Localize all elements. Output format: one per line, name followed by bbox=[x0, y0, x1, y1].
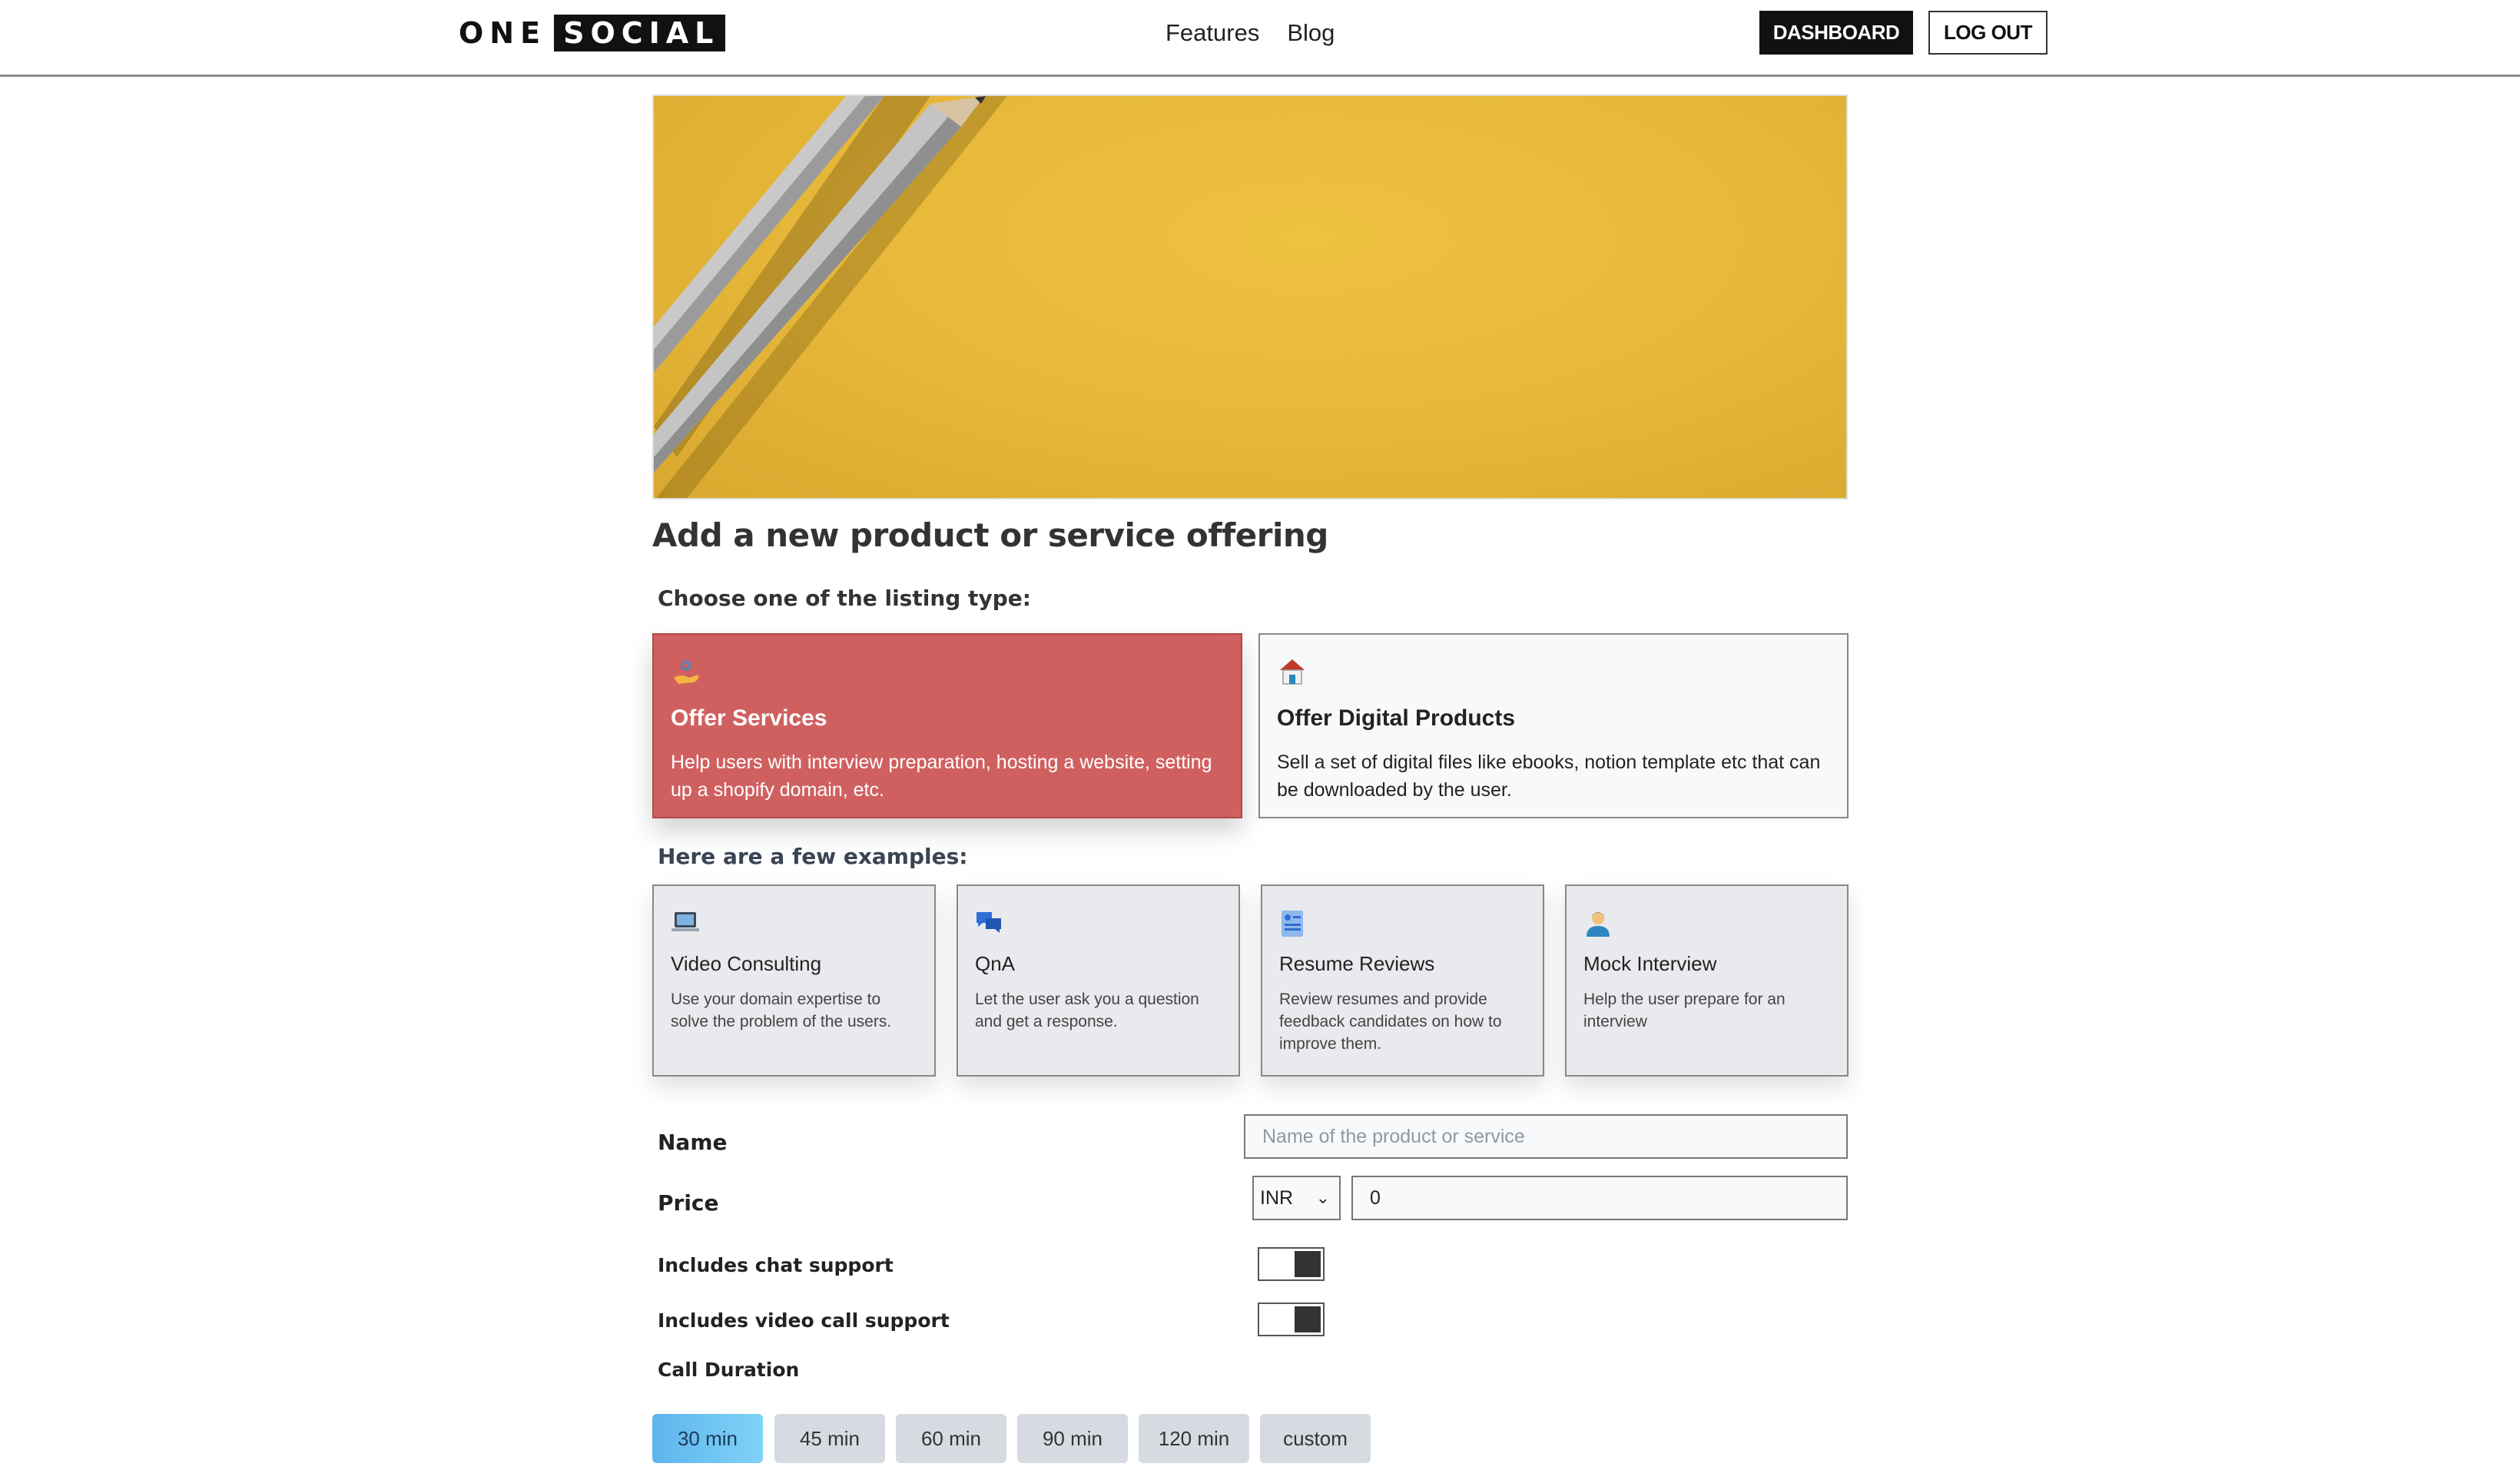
chat-bubbles-icon bbox=[975, 909, 1222, 940]
qna-description: Let the user ask you a question and get … bbox=[975, 991, 1199, 1030]
example-video-consulting[interactable]: Video Consulting Use your domain experti… bbox=[652, 884, 936, 1077]
logo-text-social: SOCIAL bbox=[554, 15, 726, 51]
name-input[interactable] bbox=[1244, 1114, 1848, 1159]
nav-link-blog[interactable]: Blog bbox=[1287, 17, 1335, 49]
currency-value: INR bbox=[1260, 1186, 1294, 1209]
mock-interview-title: Mock Interview bbox=[1583, 952, 1717, 975]
currency-select[interactable]: INR ⌄ bbox=[1252, 1176, 1341, 1220]
duration-chip-120[interactable]: 120 min bbox=[1139, 1414, 1249, 1463]
offer-digital-products-title: Offer Digital Products bbox=[1277, 705, 1516, 731]
duration-chip-45[interactable]: 45 min bbox=[774, 1414, 885, 1463]
page-title: Add a new product or service offering bbox=[652, 516, 1328, 554]
example-mock-interview[interactable]: Mock Interview Help the user prepare for… bbox=[1565, 884, 1849, 1077]
offer-services-title: Offer Services bbox=[671, 705, 827, 731]
dashboard-button[interactable]: DASHBOARD bbox=[1759, 11, 1913, 55]
logo[interactable]: ONE SOCIAL bbox=[459, 15, 726, 51]
main-nav: Features Blog bbox=[1166, 17, 1335, 49]
logo-text-one: ONE bbox=[459, 16, 547, 50]
name-label: Name bbox=[658, 1130, 728, 1155]
resume-reviews-description: Review resumes and provide feedback cand… bbox=[1279, 991, 1502, 1053]
example-resume-reviews[interactable]: Resume Reviews Review resumes and provid… bbox=[1261, 884, 1544, 1077]
video-consulting-title: Video Consulting bbox=[671, 952, 822, 975]
top-navbar: ONE SOCIAL Features Blog DASHBOARD LOG O… bbox=[0, 0, 2520, 77]
examples-heading: Here are a few examples: bbox=[658, 844, 968, 869]
hand-gear-icon bbox=[671, 656, 1224, 690]
call-duration-label: Call Duration bbox=[658, 1359, 800, 1381]
house-icon bbox=[1277, 656, 1830, 690]
toggle-knob bbox=[1295, 1306, 1321, 1332]
listing-type-heading: Choose one of the listing type: bbox=[658, 586, 1031, 611]
price-input[interactable] bbox=[1351, 1176, 1848, 1220]
toggle-knob bbox=[1295, 1251, 1321, 1277]
chat-support-toggle[interactable] bbox=[1258, 1247, 1325, 1281]
nav-link-features[interactable]: Features bbox=[1166, 17, 1259, 49]
mock-interview-description: Help the user prepare for an interview bbox=[1583, 991, 1786, 1030]
offer-services-description: Help users with interview preparation, h… bbox=[671, 752, 1212, 801]
qna-title: QnA bbox=[975, 952, 1016, 975]
logout-button[interactable]: LOG OUT bbox=[1928, 11, 2048, 55]
listing-type-offer-services[interactable]: Offer Services Help users with interview… bbox=[652, 633, 1242, 818]
duration-chip-custom[interactable]: custom bbox=[1260, 1414, 1371, 1463]
chevron-down-icon: ⌄ bbox=[1315, 1188, 1330, 1207]
example-qna[interactable]: QnA Let the user ask you a question and … bbox=[957, 884, 1240, 1077]
banner-image bbox=[652, 95, 1848, 499]
resume-reviews-title: Resume Reviews bbox=[1279, 952, 1435, 975]
chat-support-label: Includes chat support bbox=[658, 1254, 894, 1276]
person-icon bbox=[1583, 909, 1830, 940]
video-support-label: Includes video call support bbox=[658, 1309, 950, 1332]
offer-digital-products-description: Sell a set of digital files like ebooks,… bbox=[1277, 752, 1821, 801]
duration-chip-90[interactable]: 90 min bbox=[1017, 1414, 1128, 1463]
price-label: Price bbox=[658, 1190, 719, 1216]
video-support-toggle[interactable] bbox=[1258, 1302, 1325, 1336]
duration-chip-30[interactable]: 30 min bbox=[652, 1414, 763, 1463]
document-icon bbox=[1279, 909, 1526, 940]
listing-type-offer-digital-products[interactable]: Offer Digital Products Sell a set of dig… bbox=[1258, 633, 1849, 818]
pencils-illustration bbox=[654, 96, 1007, 498]
video-consulting-description: Use your domain expertise to solve the p… bbox=[671, 991, 892, 1030]
duration-chip-60[interactable]: 60 min bbox=[896, 1414, 1006, 1463]
laptop-icon bbox=[671, 909, 917, 940]
